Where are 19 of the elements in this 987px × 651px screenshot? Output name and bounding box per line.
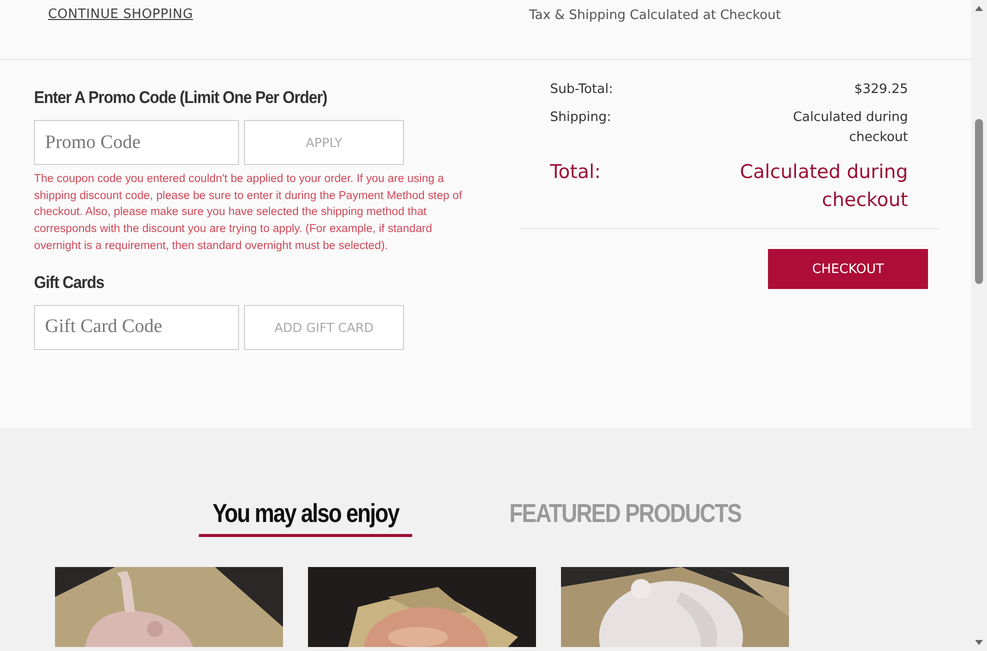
continue-shopping-link[interactable]: CONTINUE SHOPPING (48, 7, 194, 22)
promo-heading: Enter A Promo Code (Limit One Per Order) (34, 88, 328, 108)
promo-code-field[interactable]: Promo Code (34, 120, 239, 165)
summary-value: Calculated during checkout (792, 109, 908, 147)
summary-value: Calculated during checkout (738, 160, 908, 213)
summary-label: Sub-Total: (550, 81, 613, 99)
scrollbar-thumb[interactable] (975, 119, 983, 284)
scrollbar[interactable] (971, 0, 987, 651)
summary-value: $329.25 (853, 81, 908, 99)
tax-note: Tax & Shipping Calculated at Checkout (529, 8, 781, 23)
error-message: The coupon code you entered couldn't be applied to your order. If you are using a shipping discount code, please be sure to enter it during the Payment Method step of checkout. Also, please make sure you have selected the shipping method that corresponds with the discount you are trying to apply. (For example, if standard overnight is a requirement, then standard overnight must be selected). (34, 172, 464, 254)
gift-card-field[interactable]: Gift Card Code (34, 304, 239, 350)
scroll-down-icon[interactable] (975, 640, 983, 645)
checkout-button[interactable]: CHECKOUT (768, 249, 928, 289)
summary-label: Shipping: (550, 109, 612, 127)
gift-cards-heading: Gift Cards (34, 272, 106, 293)
scroll-up-icon[interactable] (975, 6, 983, 11)
summary-label: Total: (550, 160, 601, 185)
tab[interactable]: You may also enjoy (198, 498, 412, 537)
